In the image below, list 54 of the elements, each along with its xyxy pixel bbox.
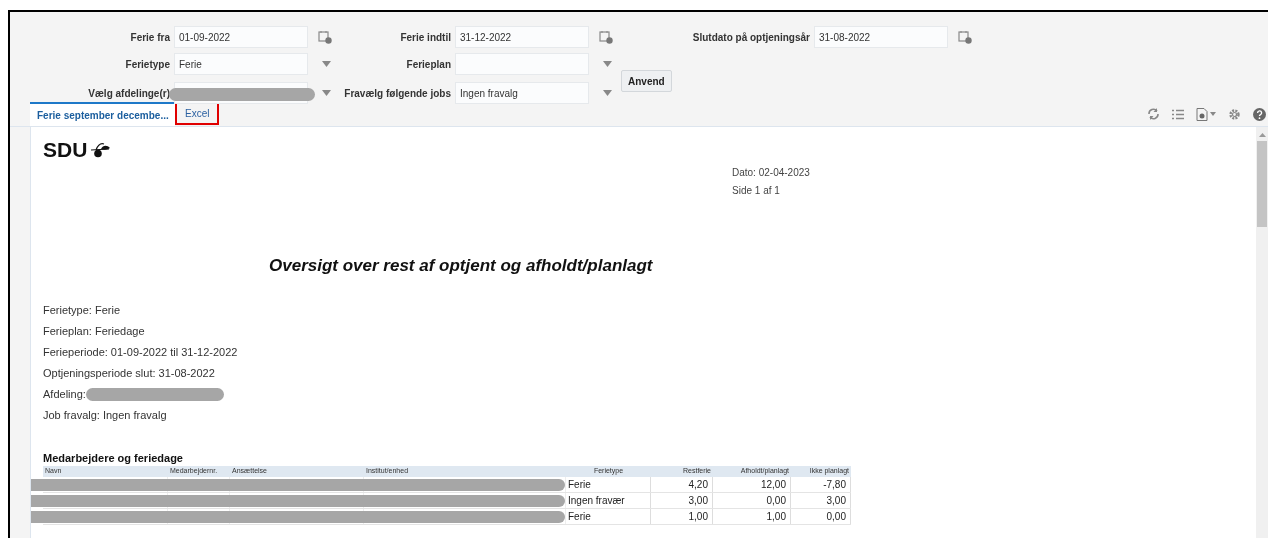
- info-line: Ferieplan: Feriedage: [43, 323, 145, 339]
- calendar-icon[interactable]: [958, 30, 972, 44]
- field-label: Ferietype: [125, 57, 170, 72]
- dropdown-caret-icon[interactable]: [322, 61, 331, 67]
- table-cell: 4,20: [651, 477, 713, 492]
- date-field[interactable]: 31-08-2022: [814, 26, 948, 48]
- table-cell: Ferie: [566, 509, 651, 524]
- help-icon[interactable]: [1253, 107, 1266, 121]
- section-title: Medarbejdere og feriedage: [43, 450, 183, 466]
- export-document-icon[interactable]: [1196, 107, 1216, 121]
- report-title: Oversigt over rest af optjent og afholdt/planlagt: [269, 255, 653, 277]
- dropdown-caret-icon[interactable]: [322, 90, 331, 96]
- field-label: Ferie fra: [130, 30, 170, 45]
- scroll-up-icon[interactable]: [1258, 133, 1266, 137]
- report-date: Dato: 02-04-2023: [732, 166, 811, 180]
- dropdown-field[interactable]: Ingen fravalg: [455, 82, 589, 104]
- scrollbar-thumb[interactable]: [1257, 141, 1267, 227]
- info-line: Job fravalg: Ingen fravalg: [43, 407, 167, 423]
- table-cell: -7,80: [791, 477, 851, 492]
- calendar-icon[interactable]: [318, 30, 332, 44]
- logo-text: SDU: [43, 139, 88, 160]
- scrollbar[interactable]: [1256, 127, 1268, 538]
- list-icon[interactable]: [1172, 108, 1184, 120]
- field-label: Ferie indtil: [400, 30, 451, 45]
- table-cell: Ferie: [566, 477, 651, 492]
- refresh-icon[interactable]: [1147, 108, 1160, 120]
- dropdown-caret-icon[interactable]: [603, 90, 612, 96]
- info-line: Optjeningsperiode slut: 31-08-2022: [43, 365, 215, 381]
- table-cell: 3,00: [791, 493, 851, 508]
- leaf-logo-icon: [89, 141, 112, 158]
- table-cell: 1,00: [713, 509, 791, 524]
- field-label: Ferieplan: [406, 57, 451, 72]
- info-line: Ferietype: Ferie: [43, 302, 121, 318]
- tab[interactable]: Ferie september decembe...: [30, 102, 175, 126]
- field-label: Fravælg følgende jobs: [344, 86, 451, 101]
- table-cell: 0,00: [713, 493, 791, 508]
- info-line: Afdeling:: [43, 386, 86, 402]
- field-label: Vælg afdelinge(r): [88, 86, 170, 101]
- date-field[interactable]: 31-12-2022: [455, 26, 589, 48]
- apply-button[interactable]: Anvend: [621, 70, 672, 92]
- table-cell: 0,00: [791, 509, 851, 524]
- dropdown-caret-icon[interactable]: [603, 61, 612, 67]
- info-line: Ferieperiode: 01-09-2022 til 31-12-2022: [43, 344, 238, 360]
- dropdown-field[interactable]: Ferie: [174, 53, 308, 75]
- table-cell: 3,00: [651, 493, 713, 508]
- date-field[interactable]: 01-09-2022: [174, 26, 308, 48]
- calendar-icon[interactable]: [599, 30, 613, 44]
- settings-icon[interactable]: [1228, 107, 1241, 121]
- field-label: Slutdato på optjeningsår: [692, 30, 810, 45]
- page-number: Side 1 af 1: [732, 184, 781, 198]
- table-cell: Ingen fravær: [566, 493, 651, 508]
- table-cell: 1,00: [651, 509, 713, 524]
- tab[interactable]: Excel: [175, 101, 220, 125]
- table-cell: 12,00: [713, 477, 791, 492]
